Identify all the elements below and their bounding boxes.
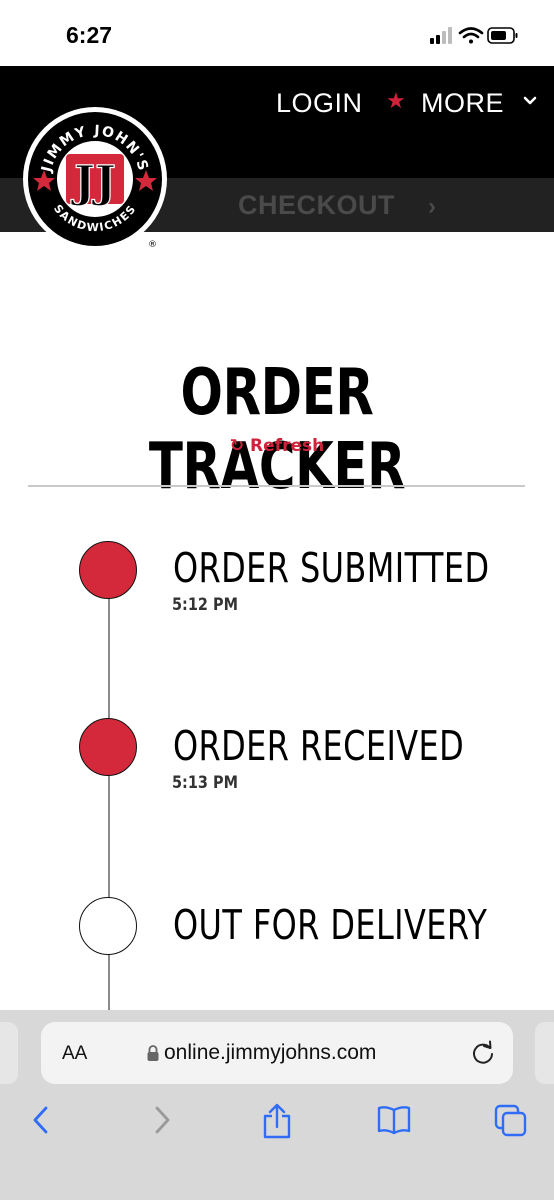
previous-tab-preview[interactable] bbox=[0, 1022, 18, 1084]
url-text[interactable]: online.jimmyjohns.com bbox=[164, 1041, 376, 1065]
refresh-icon[interactable]: ↻ bbox=[230, 436, 244, 456]
forward-icon[interactable] bbox=[150, 1103, 174, 1137]
jimmy-johns-logo[interactable]: JIMMY JOHN'S SANDWICHES JJ JJ ® bbox=[19, 107, 171, 255]
tabs-icon[interactable] bbox=[493, 1103, 529, 1139]
refresh-label[interactable]: Refresh bbox=[250, 436, 324, 456]
wifi-icon bbox=[458, 27, 484, 44]
step-label-received: ORDER RECEIVED bbox=[173, 722, 465, 770]
lock-icon bbox=[147, 1045, 159, 1061]
step-label-submitted: ORDER SUBMITTED bbox=[173, 544, 490, 592]
text-size-button[interactable]: AA bbox=[62, 1043, 87, 1065]
chevron-down-icon[interactable] bbox=[522, 90, 538, 110]
battery-icon bbox=[487, 27, 518, 44]
share-icon[interactable] bbox=[260, 1103, 294, 1139]
login-link[interactable]: LOGIN bbox=[276, 88, 363, 119]
status-icons bbox=[430, 26, 520, 51]
step-label-out-for-delivery: OUT FOR DELIVERY bbox=[173, 901, 488, 949]
checkout-chevron-icon[interactable]: › bbox=[428, 193, 436, 221]
next-tab-preview[interactable] bbox=[535, 1022, 554, 1084]
divider bbox=[28, 485, 525, 487]
checkout-link[interactable]: CHECKOUT bbox=[238, 190, 395, 221]
star-icon: ★ bbox=[386, 88, 406, 113]
svg-text:®: ® bbox=[148, 240, 157, 250]
back-icon[interactable] bbox=[29, 1103, 53, 1137]
step-time-submitted: 5:12 PM bbox=[172, 595, 238, 615]
reload-icon[interactable] bbox=[470, 1040, 496, 1066]
refresh-button[interactable]: ↻ Refresh bbox=[0, 436, 554, 456]
step-indicator-received bbox=[79, 718, 137, 776]
svg-text:JJ: JJ bbox=[70, 157, 116, 208]
step-time-received: 5:13 PM bbox=[172, 773, 238, 793]
status-time: 6:27 bbox=[66, 22, 113, 48]
step-indicator-out-for-delivery bbox=[79, 897, 137, 955]
bookmarks-icon[interactable] bbox=[376, 1103, 412, 1137]
step-indicator-submitted bbox=[79, 541, 137, 599]
signal-wifi-battery bbox=[430, 27, 518, 44]
signal-icon bbox=[430, 27, 452, 44]
more-menu-button[interactable]: MORE bbox=[421, 88, 504, 119]
status-bar: 6:27 bbox=[0, 0, 554, 66]
page-title: ORDER TRACKER bbox=[148, 356, 406, 504]
